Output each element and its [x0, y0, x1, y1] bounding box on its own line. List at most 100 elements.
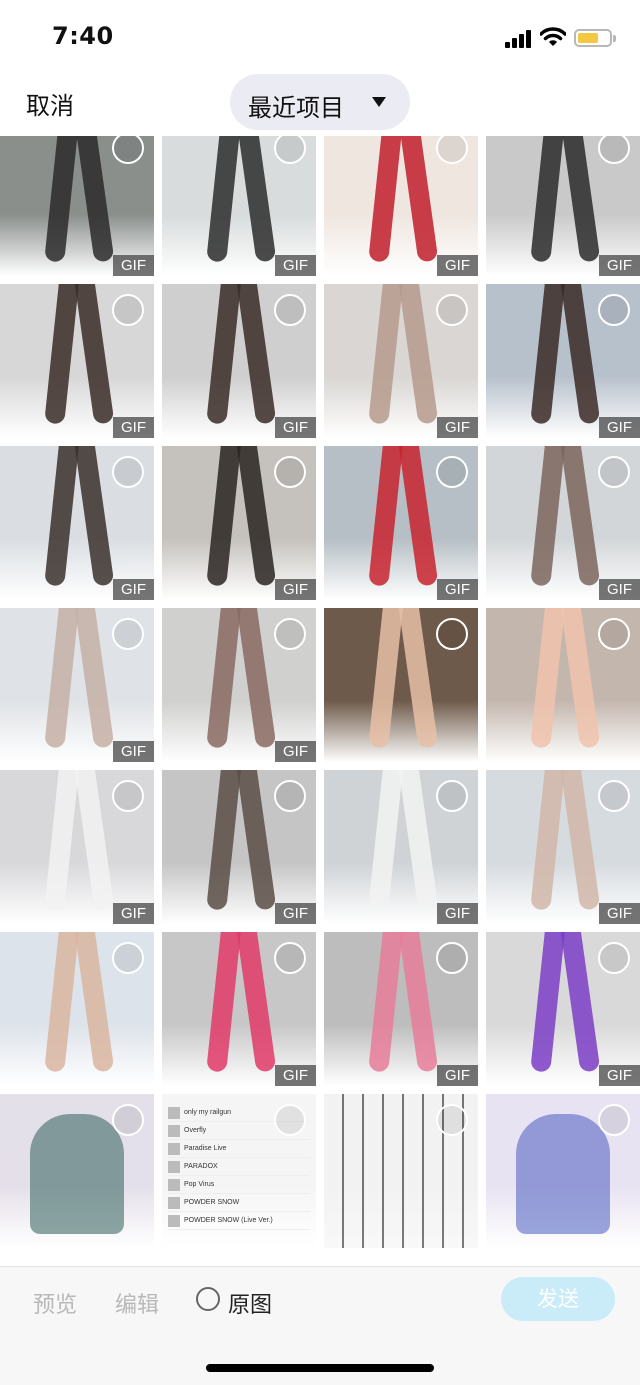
photo-subject	[530, 136, 566, 263]
select-circle-icon[interactable]	[436, 1104, 468, 1136]
photo-subject	[73, 932, 115, 1073]
select-circle-icon[interactable]	[598, 942, 630, 974]
gif-badge: GIF	[599, 255, 640, 276]
edit-button[interactable]: 编辑	[115, 1287, 159, 1319]
photo-subject	[206, 136, 242, 263]
gif-badge: GIF	[275, 1065, 316, 1086]
photo-tile[interactable]: GIF	[162, 136, 316, 276]
wifi-icon	[539, 26, 567, 48]
gif-badge: GIF	[113, 417, 154, 438]
photo-subject	[368, 136, 404, 263]
select-circle-icon[interactable]	[598, 618, 630, 650]
photo-tile[interactable]: GIF	[0, 608, 154, 762]
select-circle-icon[interactable]	[436, 618, 468, 650]
select-circle-icon[interactable]	[274, 294, 306, 326]
photo-subject	[530, 608, 566, 749]
select-circle-icon[interactable]	[112, 618, 144, 650]
music-title: POWDER SNOW (Live Ver.)	[184, 1216, 273, 1224]
gif-badge: GIF	[437, 255, 478, 276]
photo-tile[interactable]	[324, 1094, 478, 1248]
photo-tile[interactable]: GIF	[0, 770, 154, 924]
album-selector[interactable]: 最近项目	[230, 74, 410, 130]
select-circle-icon[interactable]	[598, 1104, 630, 1136]
status-time: 7:40	[52, 22, 114, 50]
select-circle-icon[interactable]	[274, 456, 306, 488]
photo-tile[interactable]: GIF	[162, 932, 316, 1086]
album-art-icon	[168, 1106, 180, 1119]
send-button[interactable]: 发送	[501, 1277, 615, 1321]
nav-header: 取消 最近项目	[0, 72, 640, 134]
photo-tile[interactable]: GIF	[324, 446, 478, 600]
photo-tile[interactable]: GIF	[486, 770, 640, 924]
photo-tile[interactable]: GIF	[486, 136, 640, 276]
photo-tile[interactable]	[0, 1094, 154, 1248]
cancel-button[interactable]: 取消	[26, 86, 74, 121]
photo-tile[interactable]: GIF	[486, 932, 640, 1086]
photo-tile[interactable]	[0, 932, 154, 1086]
gif-badge: GIF	[113, 741, 154, 762]
select-circle-icon[interactable]	[436, 780, 468, 812]
photo-tile[interactable]: GIF	[324, 136, 478, 276]
album-art-icon	[168, 1178, 180, 1191]
photo-tile[interactable]: GIF	[486, 446, 640, 600]
battery-icon	[574, 29, 616, 47]
photo-tile[interactable]: GIF	[162, 446, 316, 600]
select-circle-icon[interactable]	[112, 942, 144, 974]
album-art-icon	[168, 1214, 180, 1227]
photo-subject	[397, 446, 439, 587]
original-image-radio[interactable]	[196, 1287, 220, 1311]
photo-tile[interactable]	[486, 1094, 640, 1248]
photo-subject	[73, 284, 115, 425]
music-list-item: POWDER SNOW	[168, 1194, 310, 1212]
select-circle-icon[interactable]	[112, 294, 144, 326]
gif-badge: GIF	[113, 255, 154, 276]
photo-subject	[206, 608, 242, 749]
signal-icon	[505, 28, 535, 48]
photo-subject	[235, 136, 277, 263]
photo-tile[interactable]: GIF	[324, 284, 478, 438]
photo-subject	[530, 446, 566, 587]
gif-badge: GIF	[599, 579, 640, 600]
photo-tile[interactable]: GIF	[162, 770, 316, 924]
gif-badge: GIF	[275, 579, 316, 600]
select-circle-icon[interactable]	[436, 456, 468, 488]
select-circle-icon[interactable]	[598, 294, 630, 326]
select-circle-icon[interactable]	[112, 780, 144, 812]
album-art-icon	[168, 1124, 180, 1137]
photo-tile[interactable]: GIF	[486, 284, 640, 438]
photo-subject	[530, 770, 566, 911]
photo-tile[interactable]: GIF	[324, 770, 478, 924]
photo-subject	[368, 932, 404, 1073]
select-circle-icon[interactable]	[274, 942, 306, 974]
photo-tile[interactable]: GIF	[0, 284, 154, 438]
music-title: only my railgun	[184, 1108, 232, 1116]
photo-tile[interactable]: GIF	[162, 284, 316, 438]
music-list-item: POWDER SNOW (Live Ver.)	[168, 1212, 310, 1230]
original-image-label[interactable]: 原图	[228, 1287, 272, 1319]
photo-grid: GIF GIF GIF GIF GIF GIF GIF GIF GIF GIF GIF GIF GIF G…	[0, 136, 640, 1266]
photo-subject	[235, 446, 277, 587]
gif-badge: GIF	[599, 903, 640, 924]
photo-tile[interactable]: GIF	[0, 446, 154, 600]
select-circle-icon[interactable]	[274, 1104, 306, 1136]
photo-subject	[235, 770, 277, 911]
select-circle-icon[interactable]	[598, 780, 630, 812]
select-circle-icon[interactable]	[112, 456, 144, 488]
album-art-icon	[168, 1196, 180, 1209]
select-circle-icon[interactable]	[436, 942, 468, 974]
select-circle-icon[interactable]	[274, 618, 306, 650]
preview-button[interactable]: 预览	[33, 1287, 77, 1319]
photo-tile[interactable]: only my railgun Overfly Paradise Live PARAD…	[162, 1094, 316, 1248]
photo-subject	[559, 284, 601, 425]
photo-tile[interactable]	[324, 608, 478, 762]
photo-tile[interactable]: GIF	[324, 932, 478, 1086]
photo-tile[interactable]	[486, 608, 640, 762]
select-circle-icon[interactable]	[436, 294, 468, 326]
photo-subject	[368, 608, 404, 749]
select-circle-icon[interactable]	[112, 1104, 144, 1136]
select-circle-icon[interactable]	[274, 780, 306, 812]
select-circle-icon[interactable]	[598, 456, 630, 488]
photo-tile[interactable]: GIF	[0, 136, 154, 276]
photo-subject	[397, 770, 439, 911]
photo-tile[interactable]: GIF	[162, 608, 316, 762]
